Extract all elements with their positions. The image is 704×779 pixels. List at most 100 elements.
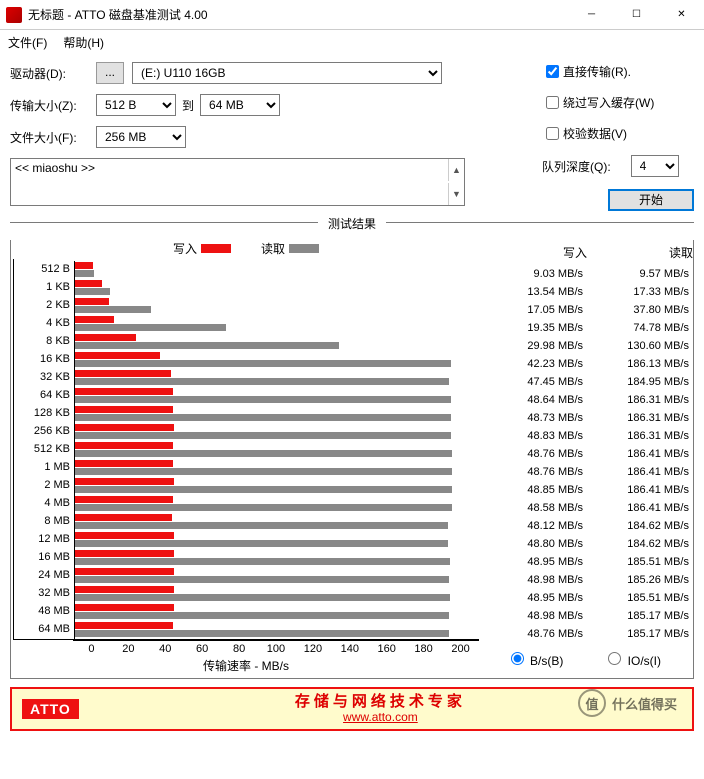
read-bar — [75, 306, 151, 313]
read-bar — [75, 324, 226, 331]
description-textbox[interactable]: << miaoshu >> ▲ ▼ — [10, 158, 465, 206]
menu-file[interactable]: 文件(F) — [8, 34, 47, 51]
x-tick: 0 — [73, 643, 110, 655]
minimize-button[interactable]: ─ — [569, 0, 614, 30]
x-tick: 100 — [258, 643, 295, 655]
bar-label: 4 MB — [14, 495, 74, 513]
footer-url[interactable]: www.atto.com — [79, 711, 682, 724]
bar-row: 512 B — [14, 261, 479, 279]
queue-depth-select[interactable]: 4 — [631, 155, 679, 177]
bar-row: 32 MB — [14, 585, 479, 603]
result-row: 47.45 MB/s184.95 MB/s — [481, 373, 693, 391]
write-bar — [75, 388, 173, 395]
close-button[interactable]: ✕ — [659, 0, 704, 30]
chart-area: 写入 读取 512 B1 KB2 KB4 KB8 KB16 KB32 KB 64 … — [11, 240, 481, 678]
bypass-cache-checkbox[interactable] — [546, 96, 559, 109]
read-bar — [75, 270, 94, 277]
bar-row: 8 MB — [14, 513, 479, 531]
bar-label: 8 KB — [14, 333, 74, 351]
write-bar — [75, 604, 174, 611]
bar-label: 256 KB — [14, 423, 74, 441]
read-bar — [75, 432, 451, 439]
drive-browse-button[interactable]: ... — [96, 62, 124, 84]
results-title: 测试结果 — [318, 217, 386, 231]
write-bar — [75, 424, 174, 431]
bar-row: 256 KB — [14, 423, 479, 441]
result-row: 17.05 MB/s37.80 MB/s — [481, 301, 693, 319]
drive-select[interactable]: (E:) U110 16GB — [132, 62, 442, 84]
result-row: 48.98 MB/s185.26 MB/s — [481, 571, 693, 589]
result-row: 48.12 MB/s184.62 MB/s — [481, 517, 693, 535]
textbox-scroll-up[interactable]: ▲ — [448, 159, 464, 181]
legend-write-label: 写入 — [173, 242, 197, 256]
x-tick: 200 — [442, 643, 479, 655]
bar-label: 64 MB — [14, 621, 74, 639]
bar-row: 2 MB — [14, 477, 479, 495]
read-bar — [75, 576, 449, 583]
read-bar — [75, 414, 451, 421]
unit-bs-radio[interactable]: B/s(B) — [506, 649, 564, 668]
result-row: 48.73 MB/s186.31 MB/s — [481, 409, 693, 427]
menu-help[interactable]: 帮助(H) — [63, 34, 104, 51]
x-tick: 120 — [294, 643, 331, 655]
bar-row: 12 MB — [14, 531, 479, 549]
result-row: 48.95 MB/s185.51 MB/s — [481, 589, 693, 607]
read-bar — [75, 288, 110, 295]
write-bar — [75, 280, 102, 287]
bar-label: 1 MB — [14, 459, 74, 477]
result-row: 48.76 MB/s185.17 MB/s — [481, 625, 693, 643]
result-row: 19.35 MB/s74.78 MB/s — [481, 319, 693, 337]
bar-label: 32 MB — [14, 585, 74, 603]
file-size-select[interactable]: 256 MB — [96, 126, 186, 148]
read-bar — [75, 504, 452, 511]
bar-label: 16 KB — [14, 351, 74, 369]
bar-row: 4 KB — [14, 315, 479, 333]
transfer-to-select[interactable]: 64 MB — [200, 94, 280, 116]
write-bar — [75, 496, 173, 503]
bar-row: 24 MB — [14, 567, 479, 585]
bar-row: 2 KB — [14, 297, 479, 315]
bar-row: 128 KB — [14, 405, 479, 423]
write-bar — [75, 406, 173, 413]
bar-label: 32 KB — [14, 369, 74, 387]
x-tick: 140 — [331, 643, 368, 655]
direct-io-checkbox[interactable] — [546, 65, 559, 78]
x-tick: 20 — [110, 643, 147, 655]
legend-read-label: 读取 — [261, 242, 285, 256]
result-row: 48.76 MB/s186.41 MB/s — [481, 445, 693, 463]
x-tick: 60 — [184, 643, 221, 655]
write-bar — [75, 460, 173, 467]
transfer-size-label: 传输大小(Z): — [10, 97, 96, 114]
read-bar — [75, 594, 450, 601]
bar-label: 128 KB — [14, 405, 74, 423]
bar-row: 32 KB — [14, 369, 479, 387]
read-bar — [75, 540, 448, 547]
verify-label: 校验数据(V) — [563, 125, 627, 142]
verify-checkbox[interactable] — [546, 127, 559, 140]
write-bar — [75, 478, 174, 485]
result-row: 48.58 MB/s186.41 MB/s — [481, 499, 693, 517]
result-row: 48.95 MB/s185.51 MB/s — [481, 553, 693, 571]
result-row: 42.23 MB/s186.13 MB/s — [481, 355, 693, 373]
read-bar — [75, 378, 449, 385]
result-row: 48.80 MB/s184.62 MB/s — [481, 535, 693, 553]
bar-label: 16 MB — [14, 549, 74, 567]
bar-row: 1 KB — [14, 279, 479, 297]
col-read-header: 读取 — [587, 244, 693, 261]
app-icon — [6, 7, 22, 23]
transfer-from-select[interactable]: 512 B — [96, 94, 176, 116]
unit-ios-radio[interactable]: IO/s(I) — [603, 649, 661, 668]
read-bar — [75, 342, 339, 349]
bar-label: 1 KB — [14, 279, 74, 297]
textbox-scroll-down[interactable]: ▼ — [448, 183, 464, 205]
read-bar — [75, 486, 452, 493]
start-button[interactable]: 开始 — [608, 189, 694, 211]
result-row: 48.85 MB/s186.41 MB/s — [481, 481, 693, 499]
to-label: 到 — [182, 97, 194, 114]
bar-row: 512 KB — [14, 441, 479, 459]
result-row: 48.83 MB/s186.31 MB/s — [481, 427, 693, 445]
title-bar: 无标题 - ATTO 磁盘基准测试 4.00 ─ ☐ ✕ — [0, 0, 704, 30]
maximize-button[interactable]: ☐ — [614, 0, 659, 30]
drive-label: 驱动器(D): — [10, 65, 96, 82]
write-bar — [75, 550, 174, 557]
